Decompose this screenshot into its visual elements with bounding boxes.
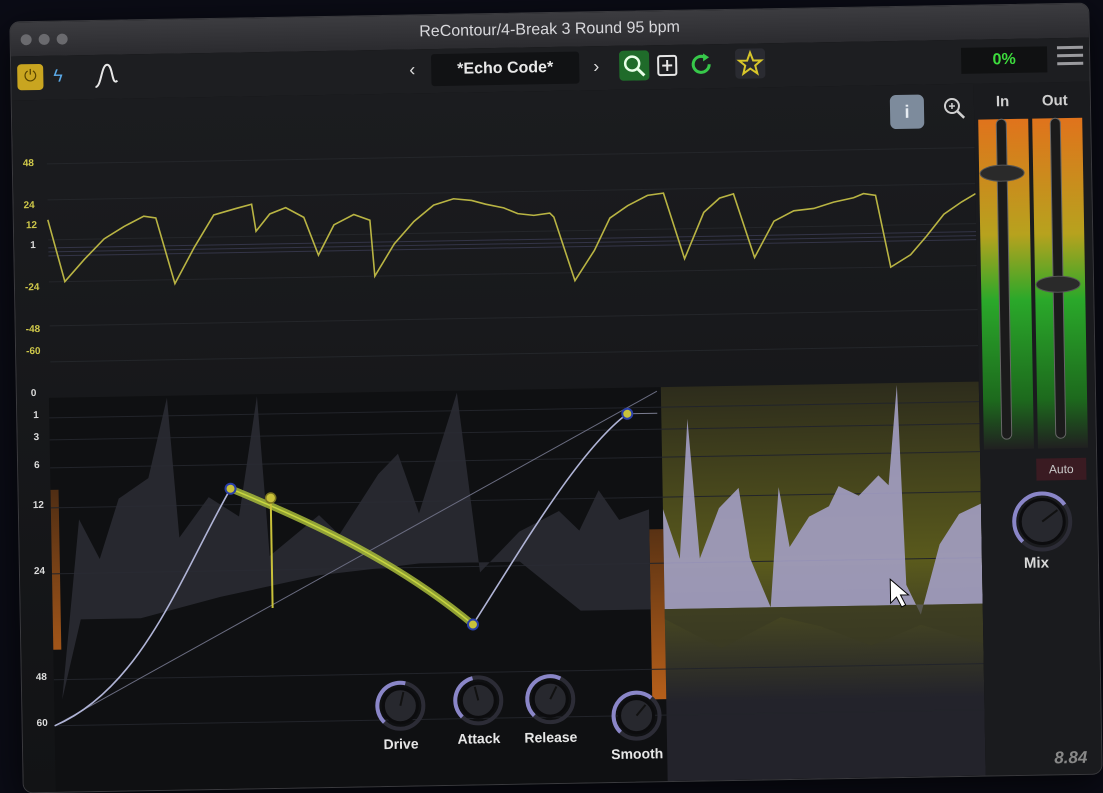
bolt-icon[interactable]: ϟ: [53, 66, 63, 87]
zoom-icon[interactable]: [942, 96, 968, 122]
scale-label: 6: [34, 460, 40, 471]
search-icon[interactable]: [619, 50, 650, 81]
in-slider-thumb[interactable]: [980, 165, 1024, 182]
scale-label: -60: [26, 346, 41, 357]
scale-label: 0: [31, 388, 37, 399]
out-meter-label: Out: [1042, 92, 1068, 109]
plugin-window: ReContour/4-Break 3 Round 95 bpm ⏻ ϟ ‹ *…: [9, 3, 1102, 793]
drive-knob[interactable]: [374, 679, 427, 737]
scale-label: -24: [25, 282, 40, 293]
auto-button[interactable]: Auto: [1036, 458, 1086, 481]
add-preset-icon[interactable]: [653, 50, 684, 81]
info-button[interactable]: i: [890, 95, 925, 130]
scale-label: 1: [30, 240, 36, 251]
release-knob-label: Release: [501, 728, 601, 746]
level-meters: [974, 112, 1096, 474]
scale-label: 1: [33, 410, 39, 421]
node-handle[interactable]: [468, 619, 478, 629]
scale-label: 48: [36, 672, 47, 683]
attack-knob[interactable]: [452, 674, 505, 732]
scale-label: 12: [33, 500, 44, 511]
release-handle[interactable]: [266, 493, 276, 503]
power-icon[interactable]: ⏻: [17, 64, 43, 90]
release-knob[interactable]: [524, 673, 577, 731]
scale-label: 12: [26, 220, 37, 231]
node-handle[interactable]: [622, 409, 632, 419]
scale-label: 3: [34, 432, 40, 443]
previous-preset-button[interactable]: ‹: [409, 59, 415, 80]
node-handle[interactable]: [225, 484, 235, 494]
mix-label: Mix: [1024, 554, 1049, 571]
next-preset-button[interactable]: ›: [593, 56, 599, 77]
scale-label: 24: [34, 566, 45, 577]
curve-icon[interactable]: [93, 61, 120, 91]
scale-label: 48: [23, 158, 34, 169]
scale-label: 60: [37, 718, 48, 729]
gain-reduction-readout: 0%: [961, 46, 1047, 73]
refresh-icon[interactable]: [687, 49, 718, 80]
preset-name[interactable]: *Echo Code*: [431, 52, 580, 87]
in-meter-label: In: [996, 93, 1010, 110]
menu-icon[interactable]: [1057, 46, 1083, 70]
star-icon[interactable]: [735, 48, 766, 79]
smooth-knob-label: Smooth: [587, 745, 687, 763]
out-slider-thumb[interactable]: [1036, 276, 1080, 293]
meter-panel: In Out Auto Mix 8.84: [974, 82, 1102, 776]
mix-knob[interactable]: [1011, 490, 1074, 558]
scale-label: 24: [23, 200, 34, 211]
version-label: 8.84: [1054, 748, 1087, 769]
graph-area[interactable]: 48 24 12 1 -24 -48 -60 0 1 3 6 12 24 48 …: [12, 84, 986, 793]
scale-label: -48: [26, 324, 41, 335]
smooth-knob[interactable]: [610, 689, 663, 747]
